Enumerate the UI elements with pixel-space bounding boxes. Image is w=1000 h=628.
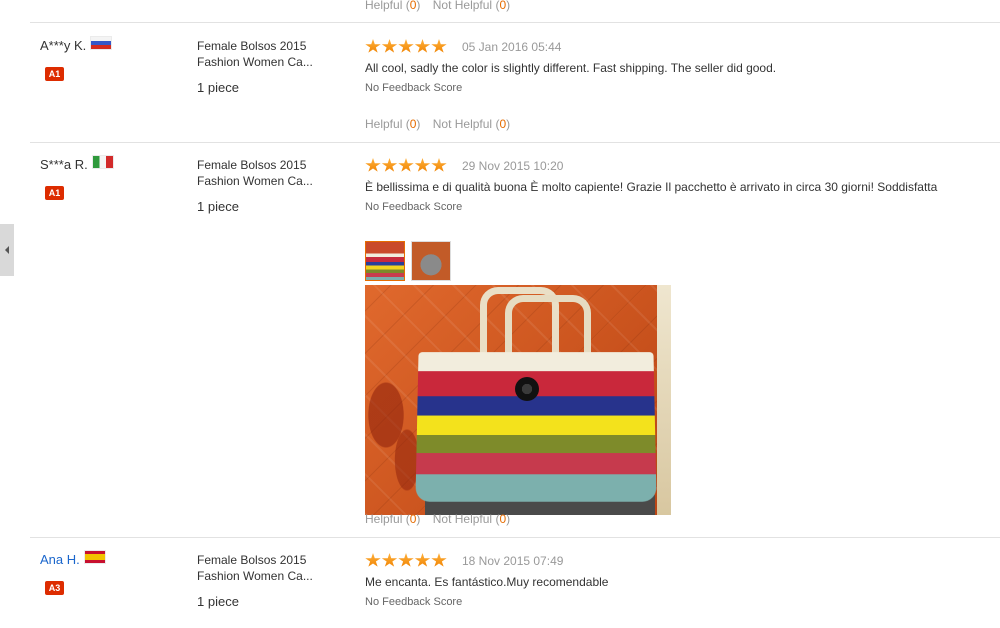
- buyer-level-badge: A1: [45, 186, 64, 200]
- star-icon: [398, 39, 414, 53]
- star-rating: [365, 553, 448, 568]
- review-divider: [30, 537, 1000, 538]
- star-icon: [365, 39, 381, 53]
- quantity: 1 piece: [197, 80, 239, 95]
- review-divider: [30, 22, 1000, 23]
- star-icon: [414, 553, 431, 567]
- sidebar-collapse-tab[interactable]: [0, 224, 14, 276]
- review-photo-thumbnail[interactable]: [365, 241, 405, 281]
- italy-flag-icon: [92, 155, 113, 168]
- buyer-name-link[interactable]: Ana H.: [40, 550, 105, 567]
- star-icon: [381, 39, 398, 53]
- review-photo-thumbnail[interactable]: [411, 241, 451, 281]
- review-comment: È bellissima e di qualità buona È molto …: [365, 180, 938, 194]
- star-icon: [431, 553, 447, 567]
- star-rating: [365, 158, 448, 173]
- star-icon: [365, 158, 381, 172]
- review-date: 05 Jan 2016 05:44: [462, 40, 562, 54]
- star-icon: [381, 553, 398, 567]
- star-icon: [414, 158, 431, 172]
- buyer-level-badge: A1: [45, 67, 64, 81]
- feedback-score: No Feedback Score: [365, 82, 463, 94]
- helpful-link[interactable]: Helpful (0): [365, 0, 420, 12]
- review-date: 18 Nov 2015 07:49: [462, 554, 564, 568]
- product-name[interactable]: Female Bolsos 2015 Fashion Women Ca...: [197, 552, 337, 584]
- russia-flag-icon: [91, 36, 112, 49]
- helpful-row: Helpful (0) Not Helpful (0): [365, 512, 510, 526]
- star-icon: [398, 158, 414, 172]
- bag-photo-thumbnail-image: [412, 242, 450, 280]
- buyer-level-badge: A3: [45, 581, 64, 595]
- review-comment: All cool, sadly the color is slightly di…: [365, 61, 777, 75]
- not-helpful-link[interactable]: Not Helpful (0): [433, 117, 510, 131]
- helpful-link[interactable]: Helpful (0): [365, 117, 420, 131]
- star-icon: [398, 553, 414, 567]
- star-icon: [431, 158, 447, 172]
- not-helpful-link[interactable]: Not Helpful (0): [433, 512, 510, 526]
- helpful-row: Helpful (0) Not Helpful (0): [365, 117, 510, 131]
- review-date: 29 Nov 2015 10:20: [462, 159, 564, 173]
- star-icon: [431, 39, 447, 53]
- star-icon: [414, 39, 431, 53]
- product-name[interactable]: Female Bolsos 2015 Fashion Women Ca...: [197, 38, 337, 70]
- product-name[interactable]: Female Bolsos 2015 Fashion Women Ca...: [197, 157, 337, 189]
- spain-flag-icon: [84, 550, 105, 563]
- review-divider: [30, 142, 1000, 143]
- star-icon: [381, 158, 398, 172]
- buyer-name: S***a R.: [40, 155, 113, 172]
- bag-photo-thumbnail-image: [366, 242, 404, 280]
- feedback-score: No Feedback Score: [365, 596, 463, 608]
- buyer-name: A***y K.: [40, 36, 112, 53]
- star-rating: [365, 39, 448, 54]
- helpful-link[interactable]: Helpful (0): [365, 512, 420, 526]
- star-icon: [365, 553, 381, 567]
- quantity: 1 piece: [197, 594, 239, 609]
- helpful-row: Helpful (0) Not Helpful (0): [365, 0, 510, 12]
- quantity: 1 piece: [197, 199, 239, 214]
- review-comment: Me encanta. Es fantástico.Muy recomendab…: [365, 575, 609, 589]
- not-helpful-link[interactable]: Not Helpful (0): [433, 0, 510, 12]
- feedback-score: No Feedback Score: [365, 201, 463, 213]
- caret-left-icon: [5, 246, 9, 254]
- review-photo-large[interactable]: [365, 285, 671, 515]
